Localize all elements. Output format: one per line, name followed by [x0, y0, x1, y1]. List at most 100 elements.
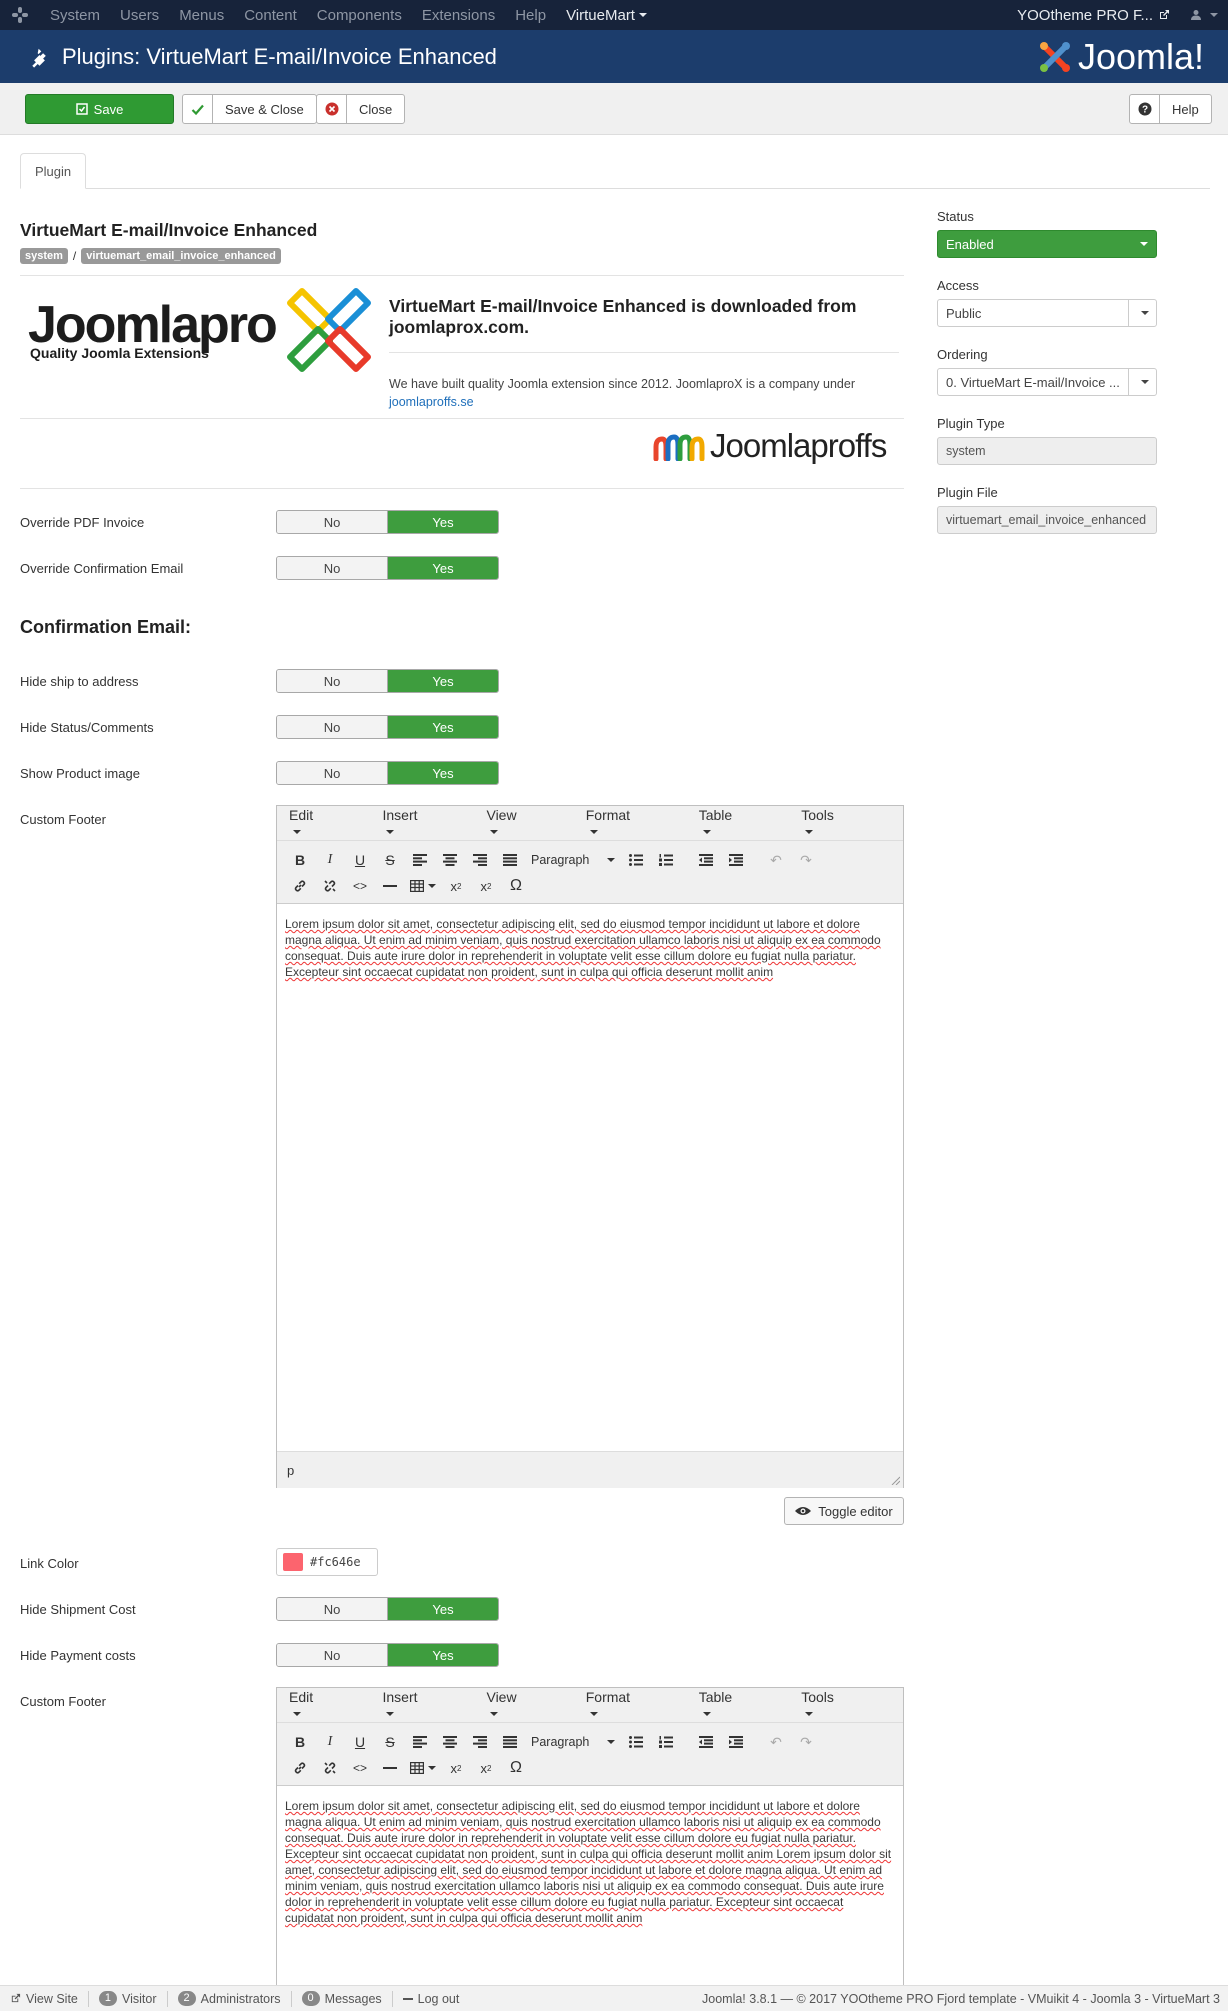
- administrators-link[interactable]: 2 Administrators: [168, 1990, 292, 2007]
- align-center-icon[interactable]: [435, 848, 465, 872]
- nav-content[interactable]: Content: [234, 0, 307, 30]
- indent-icon[interactable]: [721, 848, 751, 872]
- show-image-toggle[interactable]: No Yes: [276, 761, 499, 785]
- show-image-no[interactable]: No: [277, 762, 388, 784]
- bold-icon[interactable]: B: [285, 1730, 315, 1754]
- superscript-icon[interactable]: x2: [471, 1756, 501, 1780]
- editor-menu-view[interactable]: View: [486, 807, 565, 839]
- undo-icon[interactable]: ↶: [761, 848, 791, 872]
- hide-ship-yes[interactable]: Yes: [388, 670, 498, 692]
- show-image-yes[interactable]: Yes: [388, 762, 498, 784]
- code-icon[interactable]: <>: [345, 874, 375, 898]
- superscript-icon[interactable]: x2: [471, 874, 501, 898]
- resize-handle-icon[interactable]: [890, 1475, 900, 1485]
- align-justify-icon[interactable]: [495, 848, 525, 872]
- horizontal-rule-icon[interactable]: [375, 1756, 405, 1780]
- code-icon[interactable]: <>: [345, 1756, 375, 1780]
- color-swatch[interactable]: [283, 1553, 303, 1571]
- redo-icon[interactable]: ↷: [791, 1730, 821, 1754]
- nav-system[interactable]: System: [40, 0, 110, 30]
- link-color-input[interactable]: #fc646e: [276, 1548, 378, 1576]
- override-confirmation-toggle[interactable]: No Yes: [276, 556, 499, 580]
- underline-icon[interactable]: U: [345, 848, 375, 872]
- save-close-button[interactable]: Save & Close: [182, 94, 317, 124]
- subscript-icon[interactable]: x2: [441, 874, 471, 898]
- paragraph-select[interactable]: Paragraph: [525, 848, 621, 872]
- align-right-icon[interactable]: [465, 1730, 495, 1754]
- editor-menu-table[interactable]: Table: [699, 807, 782, 839]
- editor-content[interactable]: Lorem ipsum dolor sit amet, consectetur …: [277, 1786, 903, 1938]
- undo-icon[interactable]: ↶: [761, 1730, 791, 1754]
- editor-menu-tools[interactable]: Tools: [801, 807, 883, 839]
- special-character-icon[interactable]: Ω: [501, 1756, 531, 1780]
- editor-content[interactable]: Lorem ipsum dolor sit amet, consectetur …: [277, 904, 903, 1451]
- nav-users[interactable]: Users: [110, 0, 169, 30]
- redo-icon[interactable]: ↷: [791, 848, 821, 872]
- tab-plugin[interactable]: Plugin: [20, 153, 87, 189]
- table-icon[interactable]: [405, 1756, 441, 1780]
- unlink-icon[interactable]: [315, 874, 345, 898]
- italic-icon[interactable]: I: [315, 1730, 345, 1754]
- unlink-icon[interactable]: [315, 1756, 345, 1780]
- align-justify-icon[interactable]: [495, 1730, 525, 1754]
- indent-icon[interactable]: [721, 1730, 751, 1754]
- italic-icon[interactable]: I: [315, 848, 345, 872]
- override-pdf-toggle[interactable]: No Yes: [276, 510, 499, 534]
- outdent-icon[interactable]: [691, 1730, 721, 1754]
- editor-menu-format[interactable]: Format: [586, 807, 679, 839]
- link-icon[interactable]: [285, 1756, 315, 1780]
- bold-icon[interactable]: B: [285, 848, 315, 872]
- close-button[interactable]: Close: [316, 94, 406, 124]
- override-confirmation-no[interactable]: No: [277, 557, 388, 579]
- hide-shipment-yes[interactable]: Yes: [388, 1598, 498, 1620]
- editor-menu-insert[interactable]: Insert: [382, 1689, 466, 1721]
- help-button[interactable]: ? Help: [1129, 94, 1212, 124]
- nav-site-link[interactable]: YOOtheme PRO F...: [1007, 0, 1180, 30]
- table-icon[interactable]: [405, 874, 441, 898]
- joomlaproffs-link[interactable]: joomlaproffs.se: [389, 395, 474, 409]
- editor-menu-format[interactable]: Format: [586, 1689, 679, 1721]
- override-pdf-yes[interactable]: Yes: [388, 511, 498, 533]
- strikethrough-icon[interactable]: S: [375, 848, 405, 872]
- link-icon[interactable]: [285, 874, 315, 898]
- bullet-list-icon[interactable]: [621, 1730, 651, 1754]
- hide-status-yes[interactable]: Yes: [388, 716, 498, 738]
- align-left-icon[interactable]: [405, 848, 435, 872]
- numbered-list-icon[interactable]: [651, 1730, 681, 1754]
- joomla-menu-icon[interactable]: [0, 0, 40, 30]
- editor-menu-edit[interactable]: Edit: [289, 807, 362, 839]
- outdent-icon[interactable]: [691, 848, 721, 872]
- nav-extensions[interactable]: Extensions: [412, 0, 505, 30]
- override-confirmation-yes[interactable]: Yes: [388, 557, 498, 579]
- hide-ship-toggle[interactable]: No Yes: [276, 669, 499, 693]
- subscript-icon[interactable]: x2: [441, 1756, 471, 1780]
- access-select[interactable]: Public: [937, 299, 1157, 327]
- nav-help[interactable]: Help: [505, 0, 556, 30]
- hide-payment-no[interactable]: No: [277, 1644, 388, 1666]
- hide-payment-toggle[interactable]: No Yes: [276, 1643, 499, 1667]
- hide-payment-yes[interactable]: Yes: [388, 1644, 498, 1666]
- nav-components[interactable]: Components: [307, 0, 412, 30]
- editor-menu-view[interactable]: View: [486, 1689, 565, 1721]
- hide-shipment-toggle[interactable]: No Yes: [276, 1597, 499, 1621]
- override-pdf-no[interactable]: No: [277, 511, 388, 533]
- status-select[interactable]: Enabled: [937, 230, 1157, 258]
- messages-link[interactable]: 0 Messages: [292, 1990, 393, 2007]
- editor-menu-edit[interactable]: Edit: [289, 1689, 362, 1721]
- editor-menu-table[interactable]: Table: [699, 1689, 782, 1721]
- logout-link[interactable]: Log out: [393, 1991, 470, 2007]
- visitors-link[interactable]: 1 Visitor: [89, 1990, 168, 2007]
- nav-virtuemart[interactable]: VirtueMart: [556, 0, 657, 30]
- underline-icon[interactable]: U: [345, 1730, 375, 1754]
- toggle-editor-button[interactable]: Toggle editor: [784, 1497, 904, 1525]
- nav-menus[interactable]: Menus: [169, 0, 234, 30]
- hide-status-toggle[interactable]: No Yes: [276, 715, 499, 739]
- editor-menu-insert[interactable]: Insert: [382, 807, 466, 839]
- special-character-icon[interactable]: Ω: [501, 874, 531, 898]
- strikethrough-icon[interactable]: S: [375, 1730, 405, 1754]
- view-site-link[interactable]: View Site: [0, 1990, 89, 2007]
- bullet-list-icon[interactable]: [621, 848, 651, 872]
- save-button[interactable]: Save: [25, 94, 174, 124]
- ordering-select[interactable]: 0. VirtueMart E-mail/Invoice ...: [937, 368, 1157, 396]
- hide-status-no[interactable]: No: [277, 716, 388, 738]
